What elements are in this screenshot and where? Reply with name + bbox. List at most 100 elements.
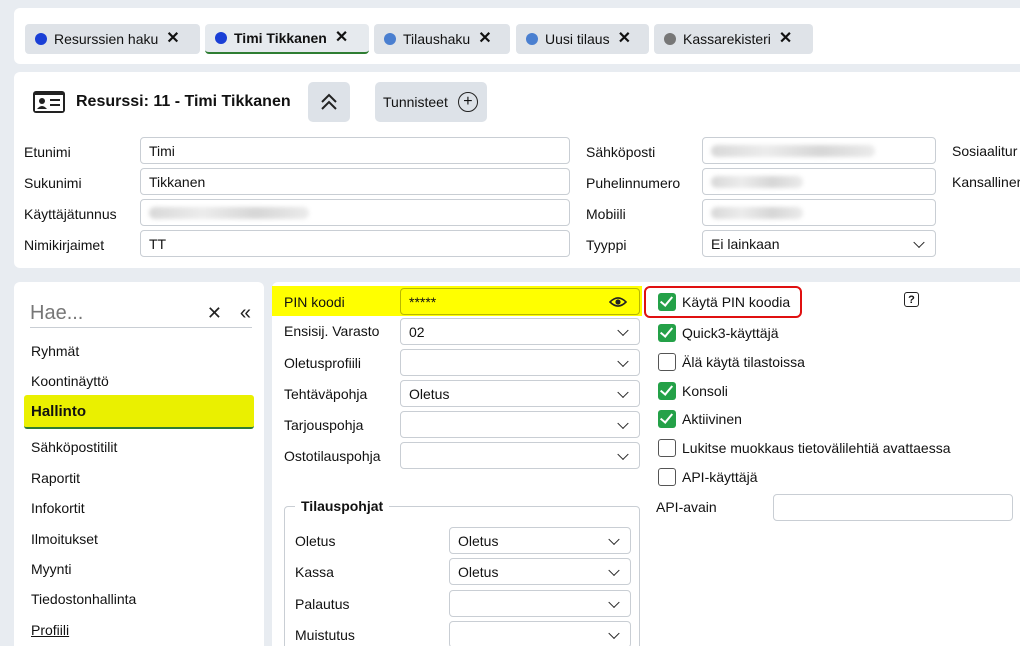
- tab-timi-tikkanen[interactable]: Timi Tikkanen ✕: [205, 24, 369, 54]
- api-avain-field[interactable]: [773, 494, 1013, 521]
- etunimi-label: Etunimi: [24, 144, 71, 160]
- checkbox-label: API-käyttäjä: [682, 469, 758, 485]
- oletus-select[interactable]: Oletus: [449, 527, 631, 554]
- mobiili-field[interactable]: [702, 199, 936, 226]
- checkbox-ala-kayta-tilastoissa[interactable]: [658, 353, 676, 371]
- resource-title-row: Resurssi: 11 - Timi Tikkanen: [32, 82, 291, 122]
- tags-button[interactable]: Tunnisteet +: [375, 82, 487, 122]
- sidebar-item-sahkopostitilit[interactable]: Sähköpostitilit: [24, 432, 254, 462]
- sidebar-item-hallinto[interactable]: Hallinto: [24, 395, 254, 429]
- checkbox-label: Aktiivinen: [682, 411, 742, 427]
- tags-button-label: Tunnisteet: [383, 94, 448, 110]
- sidebar-item-label: Ilmoitukset: [31, 531, 98, 547]
- checkbox-api-kayttaja[interactable]: [658, 468, 676, 486]
- varasto-select[interactable]: 02: [400, 318, 640, 345]
- etunimi-field[interactable]: Timi: [140, 137, 570, 164]
- search-placeholder: Hae...: [30, 302, 84, 324]
- sidebar-item-ilmoitukset[interactable]: Ilmoitukset: [24, 524, 254, 554]
- checkbox-quick3[interactable]: [658, 324, 676, 342]
- sahkoposti-field[interactable]: [702, 137, 936, 164]
- help-icon[interactable]: ?: [904, 292, 919, 307]
- sukunimi-field[interactable]: Tikkanen: [140, 168, 570, 195]
- sidebar-item-label: Koontinäyttö: [31, 373, 109, 389]
- sidebar-item-infokortit[interactable]: Infokortit: [24, 493, 254, 523]
- tarjouspohja-label: Tarjouspohja: [284, 417, 364, 433]
- sidebar: Hae... ✕ « Ryhmät Koontinäyttö Hallinto …: [14, 282, 264, 646]
- sidebar-item-label: Raportit: [31, 470, 81, 486]
- api-avain-label: API-avain: [656, 499, 717, 515]
- close-icon[interactable]: ✕: [335, 30, 348, 46]
- tab-kassarekisteri[interactable]: Kassarekisteri ✕: [654, 24, 813, 54]
- checkbox-konsoli[interactable]: [658, 382, 676, 400]
- sidebar-item-koontinaytto[interactable]: Koontinäyttö: [24, 366, 254, 396]
- pin-field[interactable]: *****: [400, 288, 640, 315]
- oletusprofiili-select[interactable]: [400, 349, 640, 376]
- chevron-down-icon: [608, 596, 620, 608]
- sukunimi-label: Sukunimi: [24, 175, 82, 191]
- eye-icon[interactable]: [609, 295, 627, 309]
- clear-icon[interactable]: ✕: [207, 303, 222, 324]
- tehtavapohja-label: Tehtäväpohja: [284, 386, 368, 402]
- plus-circle-icon: +: [457, 92, 478, 112]
- nimikirjaimet-label: Nimikirjaimet: [24, 237, 105, 253]
- tyyppi-label: Tyyppi: [586, 237, 627, 253]
- chevron-down-icon: [617, 417, 629, 429]
- tehtavapohja-select[interactable]: Oletus: [400, 380, 640, 407]
- tyyppi-value: Ei lainkaan: [711, 235, 780, 252]
- tab-label: Resurssien haku: [54, 31, 159, 47]
- nimikirjaimet-field[interactable]: TT: [140, 230, 570, 257]
- checkbox-label: Lukitse muokkaus tietovälilehtiä avattae…: [682, 440, 951, 456]
- page-title: Resurssi: 11 - Timi Tikkanen: [76, 93, 291, 110]
- tarjouspohja-select[interactable]: [400, 411, 640, 438]
- sukunimi-value: Tikkanen: [149, 173, 206, 190]
- kassa-select[interactable]: Oletus: [449, 558, 631, 585]
- tab-label: Uusi tilaus: [545, 31, 610, 47]
- chevron-down-icon: [617, 448, 629, 460]
- sidebar-item-tiedostonhallinta[interactable]: Tiedostonhallinta: [24, 584, 254, 614]
- sidebar-item-ryhmat[interactable]: Ryhmät: [24, 336, 254, 366]
- collapse-button[interactable]: [308, 82, 350, 122]
- tab-dot-icon: [215, 32, 227, 44]
- checkbox-aktiivinen[interactable]: [658, 410, 676, 428]
- tehtavapohja-value: Oletus: [409, 385, 450, 402]
- chevron-down-icon: [913, 236, 925, 248]
- checkbox-label: Käytä PIN koodia: [682, 294, 791, 310]
- oletus-label: Oletus: [295, 533, 336, 549]
- puhelin-field[interactable]: [702, 168, 936, 195]
- redacted-value: [711, 175, 803, 188]
- tab-label: Timi Tikkanen: [234, 30, 327, 46]
- ostotilauspohja-select[interactable]: [400, 442, 640, 469]
- tab-resurssien-haku[interactable]: Resurssien haku ✕: [25, 24, 200, 54]
- tilauspohjat-group: Tilauspohjat Oletus Oletus Kassa Oletus …: [284, 498, 640, 646]
- varasto-label: Ensisij. Varasto: [284, 323, 380, 339]
- tab-dot-icon: [384, 33, 396, 45]
- palautus-select[interactable]: [449, 590, 631, 617]
- checkbox-lukitse-muokkaus[interactable]: [658, 439, 676, 457]
- close-icon[interactable]: ✕: [618, 31, 631, 47]
- sidebar-item-profiili[interactable]: Profiili: [24, 615, 254, 645]
- chevron-down-icon: [617, 386, 629, 398]
- sidebar-item-label: Sähköpostitilit: [31, 439, 118, 455]
- tab-uusi-tilaus[interactable]: Uusi tilaus ✕: [516, 24, 649, 54]
- checkbox-label: Konsoli: [682, 383, 728, 399]
- tab-tilaushaku[interactable]: Tilaushaku ✕: [374, 24, 510, 54]
- checkbox-kayta-pin[interactable]: [658, 293, 676, 311]
- varasto-value: 02: [409, 323, 425, 340]
- close-icon[interactable]: ✕: [779, 31, 792, 47]
- muistutus-select[interactable]: [449, 621, 631, 646]
- collapse-sidebar-icon[interactable]: «: [240, 302, 251, 325]
- sidebar-item-myynti[interactable]: Myynti: [24, 554, 254, 584]
- sidebar-item-raportit[interactable]: Raportit: [24, 463, 254, 493]
- kansallinen-label: Kansalliner: [952, 174, 1020, 190]
- tyyppi-select[interactable]: Ei lainkaan: [702, 230, 936, 257]
- close-icon[interactable]: ✕: [166, 31, 179, 47]
- sosiaaliturva-label: Sosiaalitur: [952, 143, 1018, 159]
- close-icon[interactable]: ✕: [478, 31, 491, 47]
- id-card-icon: [33, 91, 65, 113]
- nimikirjaimet-value: TT: [149, 235, 167, 252]
- sidebar-item-label: Infokortit: [31, 500, 85, 516]
- search-input[interactable]: Hae... ✕ «: [30, 300, 252, 328]
- sahkoposti-label: Sähköposti: [586, 144, 656, 160]
- puhelin-label: Puhelinnumero: [586, 175, 681, 191]
- kayttajatunnus-field[interactable]: [140, 199, 570, 226]
